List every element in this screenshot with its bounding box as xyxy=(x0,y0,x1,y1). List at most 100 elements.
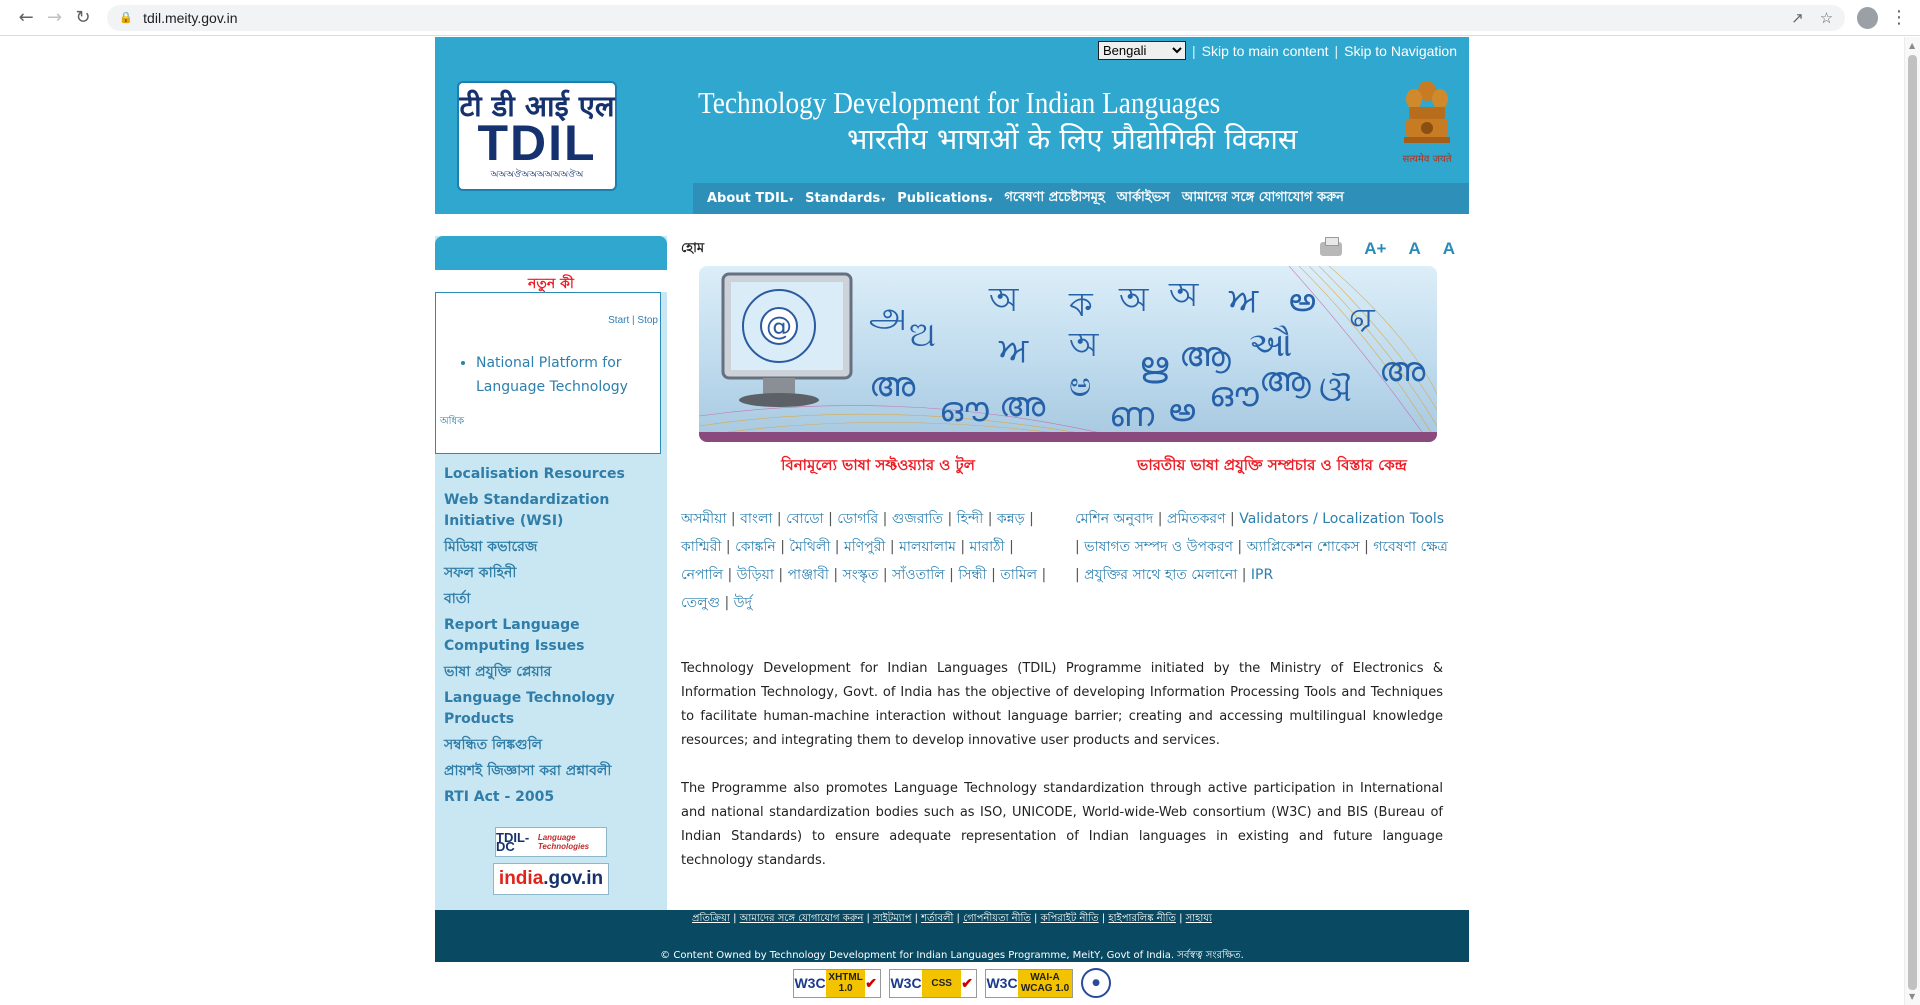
dissemination-link[interactable]: প্রমিতকরণ xyxy=(1167,511,1226,527)
sidebar-item-message[interactable]: বার্তা xyxy=(444,589,667,610)
whats-new-item[interactable]: National Platform for Language Technolog… xyxy=(476,351,650,399)
language-link[interactable]: গুজরাতি xyxy=(892,511,943,527)
language-link[interactable]: বাংলা xyxy=(740,511,772,527)
print-icon[interactable] xyxy=(1320,237,1343,256)
national-emblem: सत्यमेव जयते xyxy=(1395,77,1459,169)
language-link[interactable]: কোঙ্কনি xyxy=(735,539,776,555)
footer-link[interactable]: আমাদের সঙ্গে যোগাযোগ করুন xyxy=(740,913,864,924)
sidebar-badges: TDIL-DC Language Technologies india .gov.… xyxy=(435,813,667,895)
language-link[interactable]: হিন্দী xyxy=(957,511,984,527)
dissemination-link[interactable]: মেশিন অনুবাদ xyxy=(1075,511,1153,527)
scrollbar-thumb[interactable] xyxy=(1908,55,1917,990)
nav-publications[interactable]: Publications▾ xyxy=(891,191,998,206)
tdil-dc-logo[interactable]: TDIL-DC Language Technologies xyxy=(495,827,607,857)
more-link[interactable]: অধিক xyxy=(440,414,464,431)
footer-link[interactable]: প্রতিক্রিয়া xyxy=(692,913,730,924)
separator: | xyxy=(983,511,997,527)
css-validator-badge[interactable]: W3C CSS ✔ xyxy=(889,968,977,998)
svg-text:@: @ xyxy=(766,312,792,342)
dissemination-link[interactable]: গবেষণা ক্ষেত্র xyxy=(1373,539,1448,555)
nav-contact-us[interactable]: আমাদের সঙ্গে যোগাযোগ করুন xyxy=(1176,188,1350,209)
language-link[interactable]: সাঁওতালি xyxy=(892,567,945,583)
scroll-down-icon[interactable]: ▼ xyxy=(1909,992,1915,1001)
reload-icon[interactable]: ↻ xyxy=(69,3,97,33)
footer-link[interactable]: সাহায্য xyxy=(1186,913,1212,924)
separator: | xyxy=(1004,539,1014,555)
language-link[interactable]: তেলুগু xyxy=(681,595,720,611)
dissemination-link[interactable]: প্রযুক্তির সাথে হাত মেলানো xyxy=(1084,567,1237,583)
lock-icon[interactable]: 🔒 xyxy=(119,11,133,25)
nav-research-efforts[interactable]: গবেষণা প্রচেষ্টাসমূহ xyxy=(998,188,1110,209)
badge-label: CSS xyxy=(922,969,962,997)
font-normal-button[interactable]: A xyxy=(1408,239,1420,259)
language-link[interactable]: বোডো xyxy=(786,511,824,527)
sidebar-item-media-coverage[interactable]: মিডিয়া কভারেজ xyxy=(444,537,667,558)
font-increase-button[interactable]: A+ xyxy=(1364,239,1386,259)
chevron-down-icon: ▾ xyxy=(988,195,993,204)
skip-nav-link[interactable]: Skip to Navigation xyxy=(1344,43,1457,59)
sidebar-item-wsi[interactable]: Web Standardization Initiative (WSI) xyxy=(444,490,667,532)
nav-standards[interactable]: Standards▾ xyxy=(799,191,891,206)
language-link[interactable]: উড়িয়া xyxy=(737,567,774,583)
scroll-up-icon[interactable]: ▲ xyxy=(1909,41,1915,50)
language-link[interactable]: কাশ্মিরী xyxy=(681,539,721,555)
font-alt-button[interactable]: A xyxy=(1443,239,1455,259)
sidebar-item-related-links[interactable]: সম্বন্ধিত লিঙ্কগুলি xyxy=(444,735,667,756)
language-link[interactable]: মারাঠী xyxy=(970,539,1005,555)
sidebar-item-localisation-resources[interactable]: Localisation Resources xyxy=(444,464,667,485)
footer-link[interactable]: হাইপারলিঙ্ক নীতি xyxy=(1108,913,1175,924)
dissemination-link[interactable]: অ্যাপ্লিকেশন শোকেস xyxy=(1247,539,1360,555)
language-link[interactable]: কন্নড় xyxy=(997,511,1025,527)
language-link[interactable]: মালয়ালাম xyxy=(899,539,956,555)
nav-label: গবেষণা প্রচেষ্টাসমূহ xyxy=(1004,190,1105,205)
language-link[interactable]: ডোগরি xyxy=(837,511,878,527)
logo-main-text: TDIL xyxy=(477,114,597,171)
language-select[interactable]: Bengali xyxy=(1098,41,1187,60)
bookmark-star-icon[interactable]: ☆ xyxy=(1820,9,1833,27)
tdil-logo[interactable]: टी डी आई एल TDIL অঅঅঔঅঅঅঅঅঅঔঅ xyxy=(457,81,617,191)
xhtml-validator-badge[interactable]: W3C XHTML 1.0 ✔ xyxy=(793,968,881,998)
gigw-compliance-icon[interactable]: ● xyxy=(1081,968,1111,998)
language-link[interactable]: মৈথিলী xyxy=(789,539,830,555)
left-sidebar: নতুন কী Start | Stop National Platform f… xyxy=(435,236,667,910)
browser-menu-icon[interactable]: ⋮ xyxy=(1890,7,1908,28)
dissemination-link[interactable]: Validators / Localization Tools xyxy=(1239,511,1444,527)
sidebar-item-faq[interactable]: প্রায়শই জিজ্ঞাসা করা প্রশ্নাবলী xyxy=(444,761,667,782)
separator: | xyxy=(723,567,737,583)
language-link[interactable]: তামিল xyxy=(1000,567,1037,583)
footer-link[interactable]: শর্তাবলী xyxy=(921,913,953,924)
dissemination-link[interactable]: IPR xyxy=(1251,567,1273,583)
language-link[interactable]: মণিপুরী xyxy=(844,539,885,555)
sidebar-item-success-stories[interactable]: সফল কাহিনী xyxy=(444,563,667,584)
footer-link[interactable]: গোপনীয়তা নীতি xyxy=(963,913,1031,924)
skip-main-link[interactable]: Skip to main content xyxy=(1202,43,1329,59)
share-icon[interactable]: ↗ xyxy=(1791,9,1804,27)
sidebar-item-report-issues[interactable]: Report Language Computing Issues xyxy=(444,615,667,657)
language-link[interactable]: সিন্ধী xyxy=(958,567,986,583)
address-bar[interactable]: 🔒 tdil.meity.gov.in ↗ ☆ xyxy=(107,4,1846,31)
language-link[interactable]: সংস্কৃত xyxy=(843,567,879,583)
check-icon: ✔ xyxy=(865,974,877,991)
language-link[interactable]: অসমীয়া xyxy=(681,511,726,527)
back-icon[interactable]: ← xyxy=(12,3,40,33)
india-gov-logo[interactable]: india .gov.in xyxy=(493,863,609,895)
marquee-start-link[interactable]: Start xyxy=(608,315,629,326)
language-link[interactable]: পাঞ্জাবী xyxy=(788,567,829,583)
sidebar-item-lt-player[interactable]: ভাষা প্রযুক্তি প্লেয়ার xyxy=(444,662,667,683)
dissemination-link[interactable]: ভাষাগত সম্পদ ও উপকরণ xyxy=(1084,539,1233,555)
language-link[interactable]: নেপালি xyxy=(681,567,723,583)
footer-link[interactable]: কপিরাইট নীতি xyxy=(1041,913,1099,924)
footer-link[interactable]: সাইটম্যাপ xyxy=(873,913,911,924)
language-link[interactable]: উর্দু xyxy=(734,595,752,611)
page-scrollbar[interactable]: ▲ ▼ xyxy=(1904,37,1920,1005)
nav-archives[interactable]: আর্কাইভস xyxy=(1111,188,1176,209)
sidebar-item-lt-products[interactable]: Language Technology Products xyxy=(444,688,667,730)
nav-about-tdil[interactable]: About TDIL▾ xyxy=(701,191,799,206)
banner-glyph: അ xyxy=(999,385,1046,425)
separator: | xyxy=(726,511,741,527)
forward-icon[interactable]: → xyxy=(40,3,68,33)
profile-avatar[interactable] xyxy=(1857,6,1878,29)
wcag-validator-badge[interactable]: W3C WAI-A WCAG 1.0 xyxy=(985,968,1073,998)
marquee-stop-link[interactable]: Stop xyxy=(637,315,658,326)
sidebar-item-rti-act[interactable]: RTI Act - 2005 xyxy=(444,787,667,808)
